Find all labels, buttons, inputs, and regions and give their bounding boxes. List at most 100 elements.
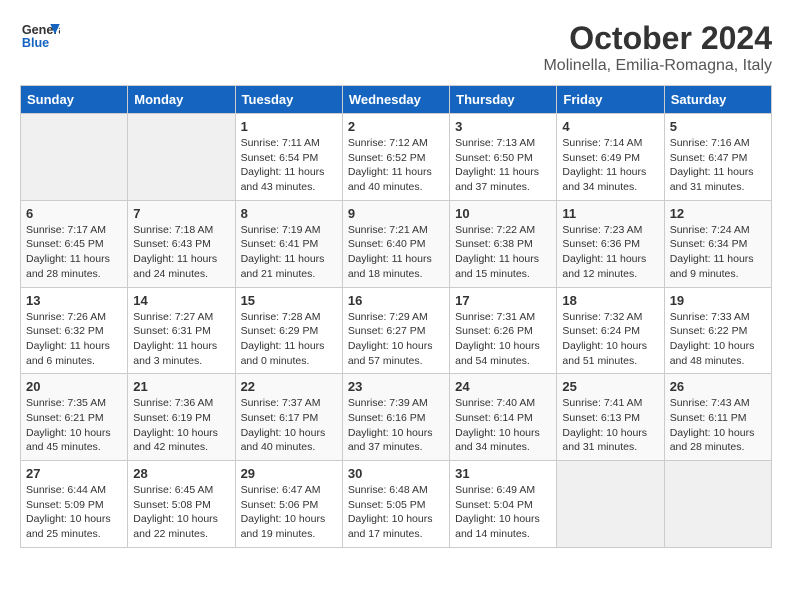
- day-cell: 26 Sunrise: 7:43 AMSunset: 6:11 PMDayligh…: [664, 374, 771, 461]
- day-cell: 15 Sunrise: 7:28 AMSunset: 6:29 PMDayligh…: [235, 287, 342, 374]
- day-number: 8: [241, 206, 337, 221]
- day-number: 11: [562, 206, 658, 221]
- day-cell: 12 Sunrise: 7:24 AMSunset: 6:34 PMDayligh…: [664, 200, 771, 287]
- day-cell: 21 Sunrise: 7:36 AMSunset: 6:19 PMDayligh…: [128, 374, 235, 461]
- day-number: 21: [133, 379, 229, 394]
- day-number: 9: [348, 206, 444, 221]
- day-detail: Sunrise: 7:43 AMSunset: 6:11 PMDaylight:…: [670, 396, 766, 455]
- day-cell: 8 Sunrise: 7:19 AMSunset: 6:41 PMDaylight…: [235, 200, 342, 287]
- day-number: 30: [348, 466, 444, 481]
- logo-icon: General Blue: [20, 20, 60, 50]
- day-number: 25: [562, 379, 658, 394]
- day-detail: Sunrise: 6:47 AMSunset: 5:06 PMDaylight:…: [241, 483, 337, 542]
- day-cell: 6Sunrise: 7:17 AMSunset: 6:45 PMDaylight…: [21, 200, 128, 287]
- header-sunday: Sunday: [21, 86, 128, 114]
- day-cell: 25 Sunrise: 7:41 AMSunset: 6:13 PMDayligh…: [557, 374, 664, 461]
- svg-text:Blue: Blue: [22, 36, 49, 50]
- day-detail: Sunrise: 7:13 AMSunset: 6:50 PMDaylight:…: [455, 136, 551, 195]
- day-cell: [557, 461, 664, 548]
- day-number: 26: [670, 379, 766, 394]
- calendar-subtitle: Molinella, Emilia-Romagna, Italy: [543, 57, 772, 75]
- day-detail: Sunrise: 7:37 AMSunset: 6:17 PMDaylight:…: [241, 396, 337, 455]
- week-row-3: 13 Sunrise: 7:26 AMSunset: 6:32 PMDayligh…: [21, 287, 772, 374]
- header-friday: Friday: [557, 86, 664, 114]
- day-cell: 3 Sunrise: 7:13 AMSunset: 6:50 PMDaylight…: [450, 114, 557, 201]
- day-number: 29: [241, 466, 337, 481]
- day-cell: 2 Sunrise: 7:12 AMSunset: 6:52 PMDaylight…: [342, 114, 449, 201]
- day-number: 5: [670, 119, 766, 134]
- day-number: 2: [348, 119, 444, 134]
- day-number: 23: [348, 379, 444, 394]
- week-row-4: 20 Sunrise: 7:35 AMSunset: 6:21 PMDayligh…: [21, 374, 772, 461]
- day-cell: 11 Sunrise: 7:23 AMSunset: 6:36 PMDayligh…: [557, 200, 664, 287]
- day-cell: [21, 114, 128, 201]
- day-cell: 16Sunrise: 7:29 AMSunset: 6:27 PMDayligh…: [342, 287, 449, 374]
- title-block: October 2024 Molinella, Emilia-Romagna, …: [543, 20, 772, 75]
- day-detail: Sunrise: 7:22 AMSunset: 6:38 PMDaylight:…: [455, 223, 551, 282]
- header-thursday: Thursday: [450, 86, 557, 114]
- day-detail: Sunrise: 7:39 AMSunset: 6:16 PMDaylight:…: [348, 396, 444, 455]
- header-wednesday: Wednesday: [342, 86, 449, 114]
- calendar-table: SundayMondayTuesdayWednesdayThursdayFrid…: [20, 85, 772, 548]
- day-number: 22: [241, 379, 337, 394]
- day-detail: Sunrise: 7:18 AMSunset: 6:43 PMDaylight:…: [133, 223, 229, 282]
- day-number: 20: [26, 379, 122, 394]
- day-cell: 9Sunrise: 7:21 AMSunset: 6:40 PMDaylight…: [342, 200, 449, 287]
- day-number: 18: [562, 293, 658, 308]
- day-detail: Sunrise: 7:35 AMSunset: 6:21 PMDaylight:…: [26, 396, 122, 455]
- day-cell: 23 Sunrise: 7:39 AMSunset: 6:16 PMDayligh…: [342, 374, 449, 461]
- day-detail: Sunrise: 7:16 AMSunset: 6:47 PMDaylight:…: [670, 136, 766, 195]
- page-header: General Blue October 2024 Molinella, Emi…: [20, 20, 772, 75]
- day-cell: 31Sunrise: 6:49 AMSunset: 5:04 PMDayligh…: [450, 461, 557, 548]
- day-number: 14: [133, 293, 229, 308]
- day-detail: Sunrise: 7:28 AMSunset: 6:29 PMDaylight:…: [241, 310, 337, 369]
- day-detail: Sunrise: 7:12 AMSunset: 6:52 PMDaylight:…: [348, 136, 444, 195]
- day-detail: Sunrise: 7:24 AMSunset: 6:34 PMDaylight:…: [670, 223, 766, 282]
- day-number: 15: [241, 293, 337, 308]
- calendar-title: October 2024: [543, 20, 772, 57]
- header-monday: Monday: [128, 86, 235, 114]
- day-detail: Sunrise: 7:27 AMSunset: 6:31 PMDaylight:…: [133, 310, 229, 369]
- day-number: 12: [670, 206, 766, 221]
- day-detail: Sunrise: 7:11 AMSunset: 6:54 PMDaylight:…: [241, 136, 337, 195]
- day-detail: Sunrise: 7:41 AMSunset: 6:13 PMDaylight:…: [562, 396, 658, 455]
- day-number: 13: [26, 293, 122, 308]
- logo: General Blue: [20, 20, 60, 50]
- day-number: 1: [241, 119, 337, 134]
- day-number: 17: [455, 293, 551, 308]
- week-row-2: 6Sunrise: 7:17 AMSunset: 6:45 PMDaylight…: [21, 200, 772, 287]
- day-detail: Sunrise: 7:31 AMSunset: 6:26 PMDaylight:…: [455, 310, 551, 369]
- day-cell: 28 Sunrise: 6:45 AMSunset: 5:08 PMDayligh…: [128, 461, 235, 548]
- day-cell: 18 Sunrise: 7:32 AMSunset: 6:24 PMDayligh…: [557, 287, 664, 374]
- header-saturday: Saturday: [664, 86, 771, 114]
- week-row-5: 27 Sunrise: 6:44 AMSunset: 5:09 PMDayligh…: [21, 461, 772, 548]
- day-detail: Sunrise: 6:45 AMSunset: 5:08 PMDaylight:…: [133, 483, 229, 542]
- day-cell: 27 Sunrise: 6:44 AMSunset: 5:09 PMDayligh…: [21, 461, 128, 548]
- day-detail: Sunrise: 7:17 AMSunset: 6:45 PMDaylight:…: [26, 223, 122, 282]
- day-detail: Sunrise: 7:40 AMSunset: 6:14 PMDaylight:…: [455, 396, 551, 455]
- day-number: 24: [455, 379, 551, 394]
- day-cell: 7 Sunrise: 7:18 AMSunset: 6:43 PMDaylight…: [128, 200, 235, 287]
- day-number: 27: [26, 466, 122, 481]
- day-cell: [664, 461, 771, 548]
- day-detail: Sunrise: 7:23 AMSunset: 6:36 PMDaylight:…: [562, 223, 658, 282]
- day-detail: Sunrise: 7:32 AMSunset: 6:24 PMDaylight:…: [562, 310, 658, 369]
- day-detail: Sunrise: 6:49 AMSunset: 5:04 PMDaylight:…: [455, 483, 551, 542]
- day-number: 7: [133, 206, 229, 221]
- day-cell: 13 Sunrise: 7:26 AMSunset: 6:32 PMDayligh…: [21, 287, 128, 374]
- header-tuesday: Tuesday: [235, 86, 342, 114]
- day-detail: Sunrise: 7:33 AMSunset: 6:22 PMDaylight:…: [670, 310, 766, 369]
- day-detail: Sunrise: 6:48 AMSunset: 5:05 PMDaylight:…: [348, 483, 444, 542]
- day-number: 3: [455, 119, 551, 134]
- day-cell: 14 Sunrise: 7:27 AMSunset: 6:31 PMDayligh…: [128, 287, 235, 374]
- calendar-header-row: SundayMondayTuesdayWednesdayThursdayFrid…: [21, 86, 772, 114]
- day-detail: Sunrise: 7:36 AMSunset: 6:19 PMDaylight:…: [133, 396, 229, 455]
- day-cell: 17 Sunrise: 7:31 AMSunset: 6:26 PMDayligh…: [450, 287, 557, 374]
- day-cell: 22 Sunrise: 7:37 AMSunset: 6:17 PMDayligh…: [235, 374, 342, 461]
- day-number: 28: [133, 466, 229, 481]
- day-cell: 4Sunrise: 7:14 AMSunset: 6:49 PMDaylight…: [557, 114, 664, 201]
- day-detail: Sunrise: 6:44 AMSunset: 5:09 PMDaylight:…: [26, 483, 122, 542]
- day-detail: Sunrise: 7:26 AMSunset: 6:32 PMDaylight:…: [26, 310, 122, 369]
- day-number: 4: [562, 119, 658, 134]
- day-detail: Sunrise: 7:19 AMSunset: 6:41 PMDaylight:…: [241, 223, 337, 282]
